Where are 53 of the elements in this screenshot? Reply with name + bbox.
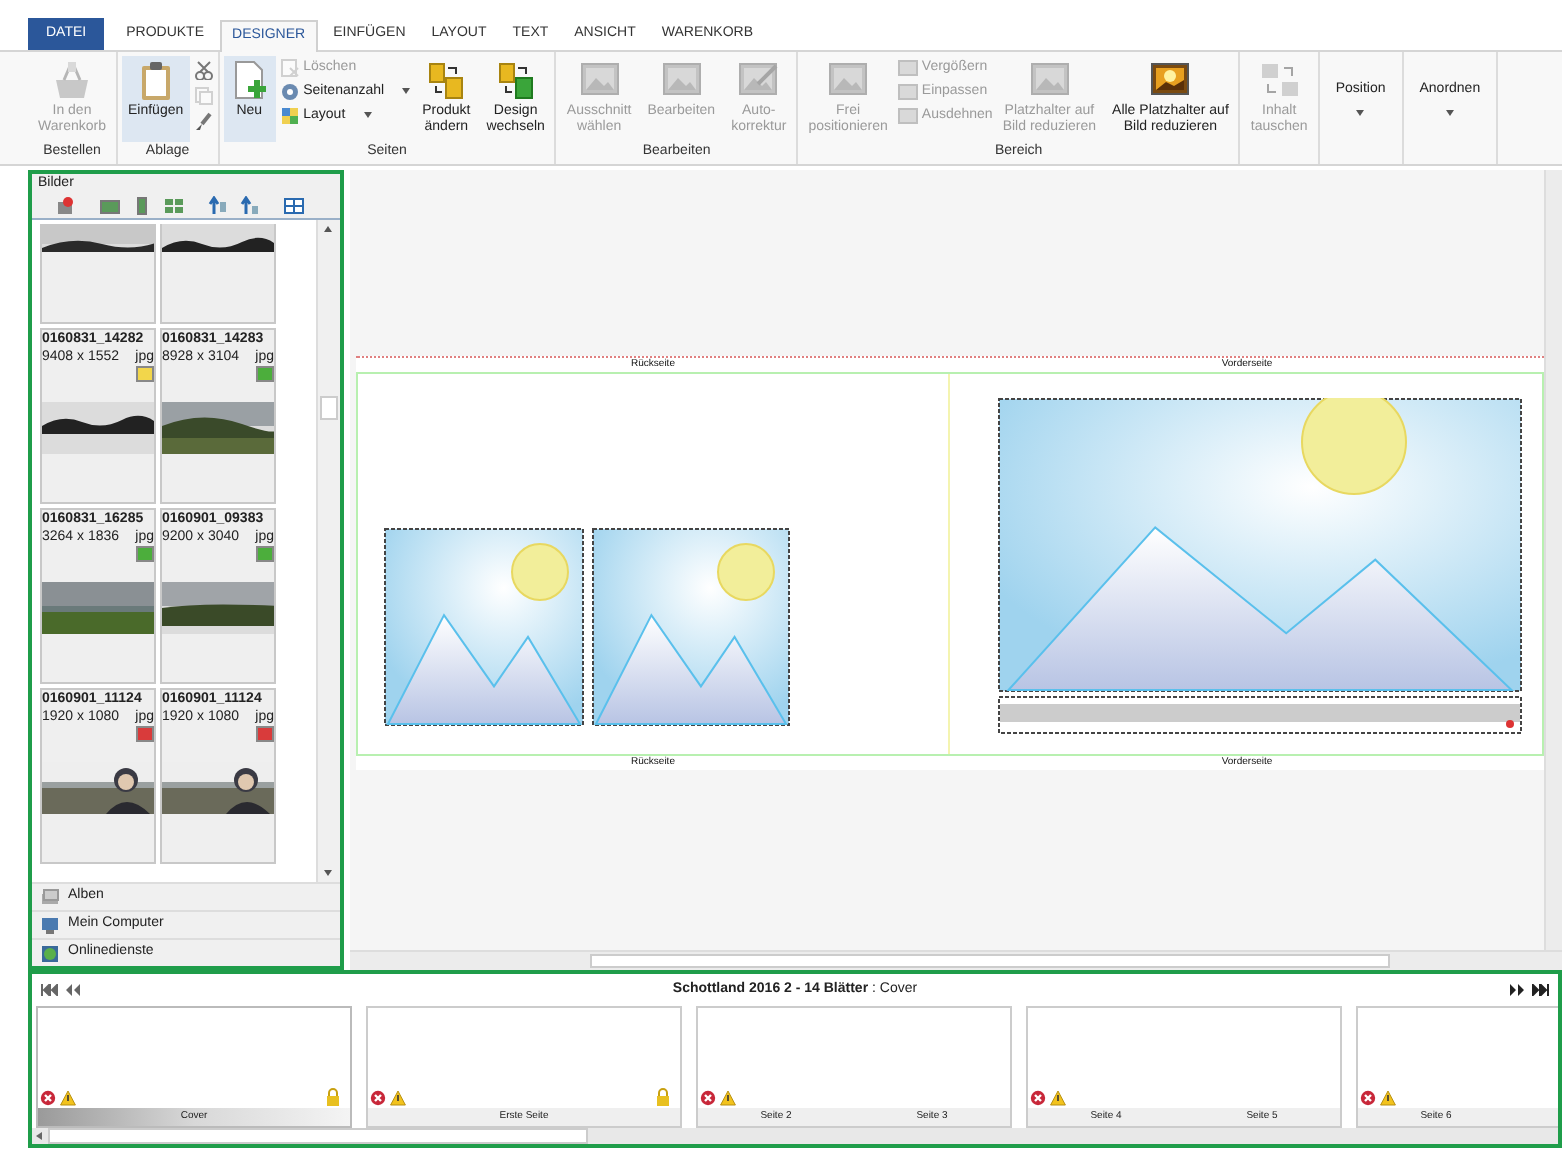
picture-frame-icon (579, 60, 620, 100)
scroll-thumb[interactable] (320, 396, 338, 420)
picture-frame-icon (1029, 60, 1070, 100)
caret-icon (1354, 108, 1367, 119)
folders-icon (495, 60, 536, 100)
error-icon (1030, 1090, 1046, 1106)
warning-icon (60, 1090, 76, 1106)
sunset-picture-icon (1150, 60, 1191, 100)
placeholder-drawing[interactable] (592, 528, 790, 726)
picture-frame-icon (738, 60, 779, 100)
delete-page-icon (279, 58, 300, 78)
import-icon[interactable] (56, 196, 76, 216)
grid-view-icon[interactable] (164, 196, 184, 216)
picture-frame-icon (661, 60, 702, 100)
scissors-icon[interactable] (193, 60, 214, 80)
error-icon (1360, 1090, 1376, 1106)
image-icon (897, 106, 918, 126)
scrollbar[interactable] (316, 220, 340, 882)
scroll-thumb[interactable] (48, 1128, 588, 1144)
swap-icon (1259, 60, 1300, 100)
scrollbar[interactable] (1544, 170, 1562, 950)
next-page-icon[interactable] (1508, 983, 1526, 996)
narrow-view-icon[interactable] (132, 196, 152, 216)
warning-icon (1380, 1090, 1396, 1106)
error-icon (370, 1090, 386, 1106)
folders-icon (426, 60, 467, 100)
basket-icon (51, 60, 92, 100)
warning-icon (390, 1090, 406, 1106)
scroll-left-icon[interactable] (32, 1128, 48, 1144)
previous-page-icon[interactable] (64, 983, 82, 996)
first-page-icon[interactable] (40, 983, 58, 996)
brush-icon[interactable] (193, 112, 214, 132)
placeholder-drawing[interactable] (384, 528, 584, 726)
error-icon (700, 1090, 716, 1106)
globe-icon (40, 943, 60, 963)
image-icon (897, 58, 918, 78)
computer-icon (40, 915, 60, 935)
text-placeholder[interactable] (998, 696, 1522, 734)
error-icon (40, 1090, 56, 1106)
warning-icon (1050, 1090, 1066, 1106)
sort-up-icon[interactable] (208, 196, 228, 216)
picture-frame-icon (828, 60, 869, 100)
warning-icon (720, 1090, 736, 1106)
caret-icon (1443, 108, 1456, 119)
albums-icon (40, 887, 60, 907)
layout-icon (279, 106, 300, 126)
layout-grid-icon[interactable] (284, 196, 304, 216)
last-page-icon[interactable] (1532, 983, 1550, 996)
large-view-icon[interactable] (100, 196, 120, 216)
image-icon (897, 82, 918, 102)
sort-down-icon[interactable] (240, 196, 260, 216)
new-page-icon (229, 60, 270, 100)
scroll-thumb[interactable] (590, 954, 1390, 968)
